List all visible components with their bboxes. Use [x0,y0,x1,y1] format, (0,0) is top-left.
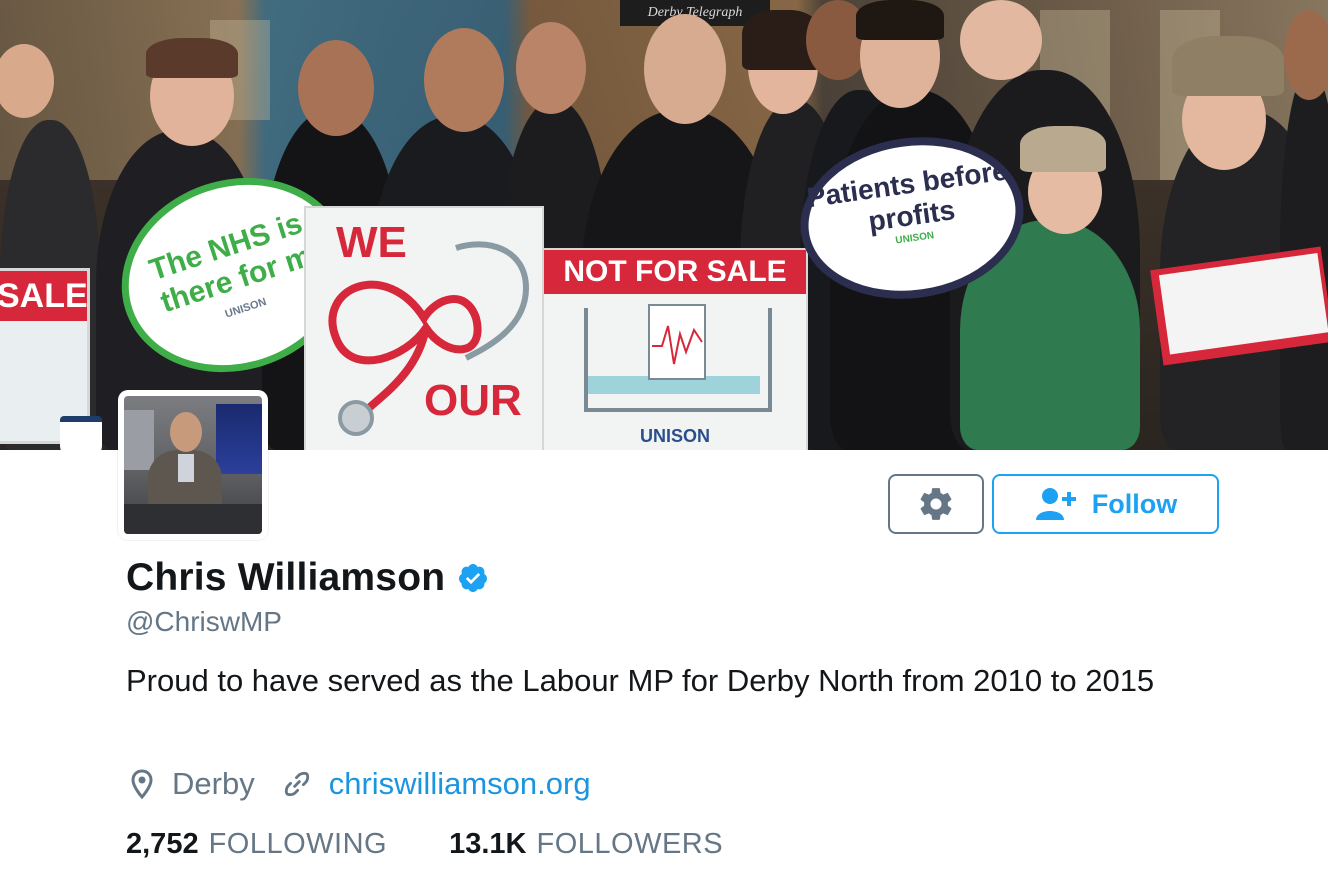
person-head [424,28,504,132]
not-for-sale-sign: NOT FOR SALE UNISON [542,248,808,450]
person-head [516,22,586,114]
avatar-background-panel [124,410,154,470]
avatar-photo [124,396,262,534]
heartbeat-line-icon [652,325,703,365]
add-user-icon [1034,486,1080,522]
following-count: 2,752 [126,828,199,860]
avatar-desk [124,504,262,534]
profile-website-link[interactable]: chriswilliamson.org [329,766,591,802]
gear-icon [920,488,952,520]
coffee-cup [60,416,102,450]
unison-logo-text: UNISON [640,426,711,446]
we-love-our-sign: WE OUR [304,206,544,450]
follow-button-label: Follow [1091,488,1178,519]
nhs-sign-text: The NHS is there for m [145,206,316,320]
profile-handle: @ChriswMP [126,606,282,637]
person-head [960,0,1042,80]
avatar[interactable] [118,390,268,540]
avatar-background-screen [216,404,262,474]
person-head [644,14,726,124]
following-stat[interactable]: 2,752 FOLLOWING [126,828,387,861]
person-head [1284,10,1328,100]
following-label: FOLLOWING [208,828,388,860]
avatar-person-head [170,412,202,452]
followers-count: 13.1K [449,828,527,860]
profile-bio: Proud to have served as the Labour MP fo… [126,663,1155,698]
avatar-person-shirt [178,454,194,482]
person-hat [1020,126,1106,172]
profile-stats: 2,752 FOLLOWING 13.1K FOLLOWERS [126,828,723,861]
person-head [298,40,374,136]
followers-label: FOLLOWERS [536,828,724,860]
our-sign-word: OUR [424,376,522,425]
heart-monitor-icon [648,304,706,380]
settings-button[interactable] [888,474,984,534]
follow-button[interactable]: Follow [992,474,1219,534]
header-photo[interactable]: Derby Telegraph SALE The NHS is there fo… [0,0,1328,450]
followers-stat[interactable]: 13.1K FOLLOWERS [449,828,723,861]
sale-sign-label: SALE [0,271,88,321]
profile-location: Derby [172,766,255,801]
clipboard-paper [1158,252,1328,355]
verified-badge-icon [457,562,489,594]
person-hair [146,38,238,78]
display-name: Chris Williamson [126,556,446,599]
link-icon [283,770,311,798]
profile-meta-row: Derby chriswilliamson.org [130,766,591,802]
not-for-sale-label: NOT FOR SALE [544,250,806,294]
person-hat [1172,36,1284,96]
person-hair [856,0,944,40]
profile-name-row: Chris Williamson [126,556,489,600]
profile-page: Derby Telegraph SALE The NHS is there fo… [0,0,1328,890]
location-pin-icon [130,769,154,799]
